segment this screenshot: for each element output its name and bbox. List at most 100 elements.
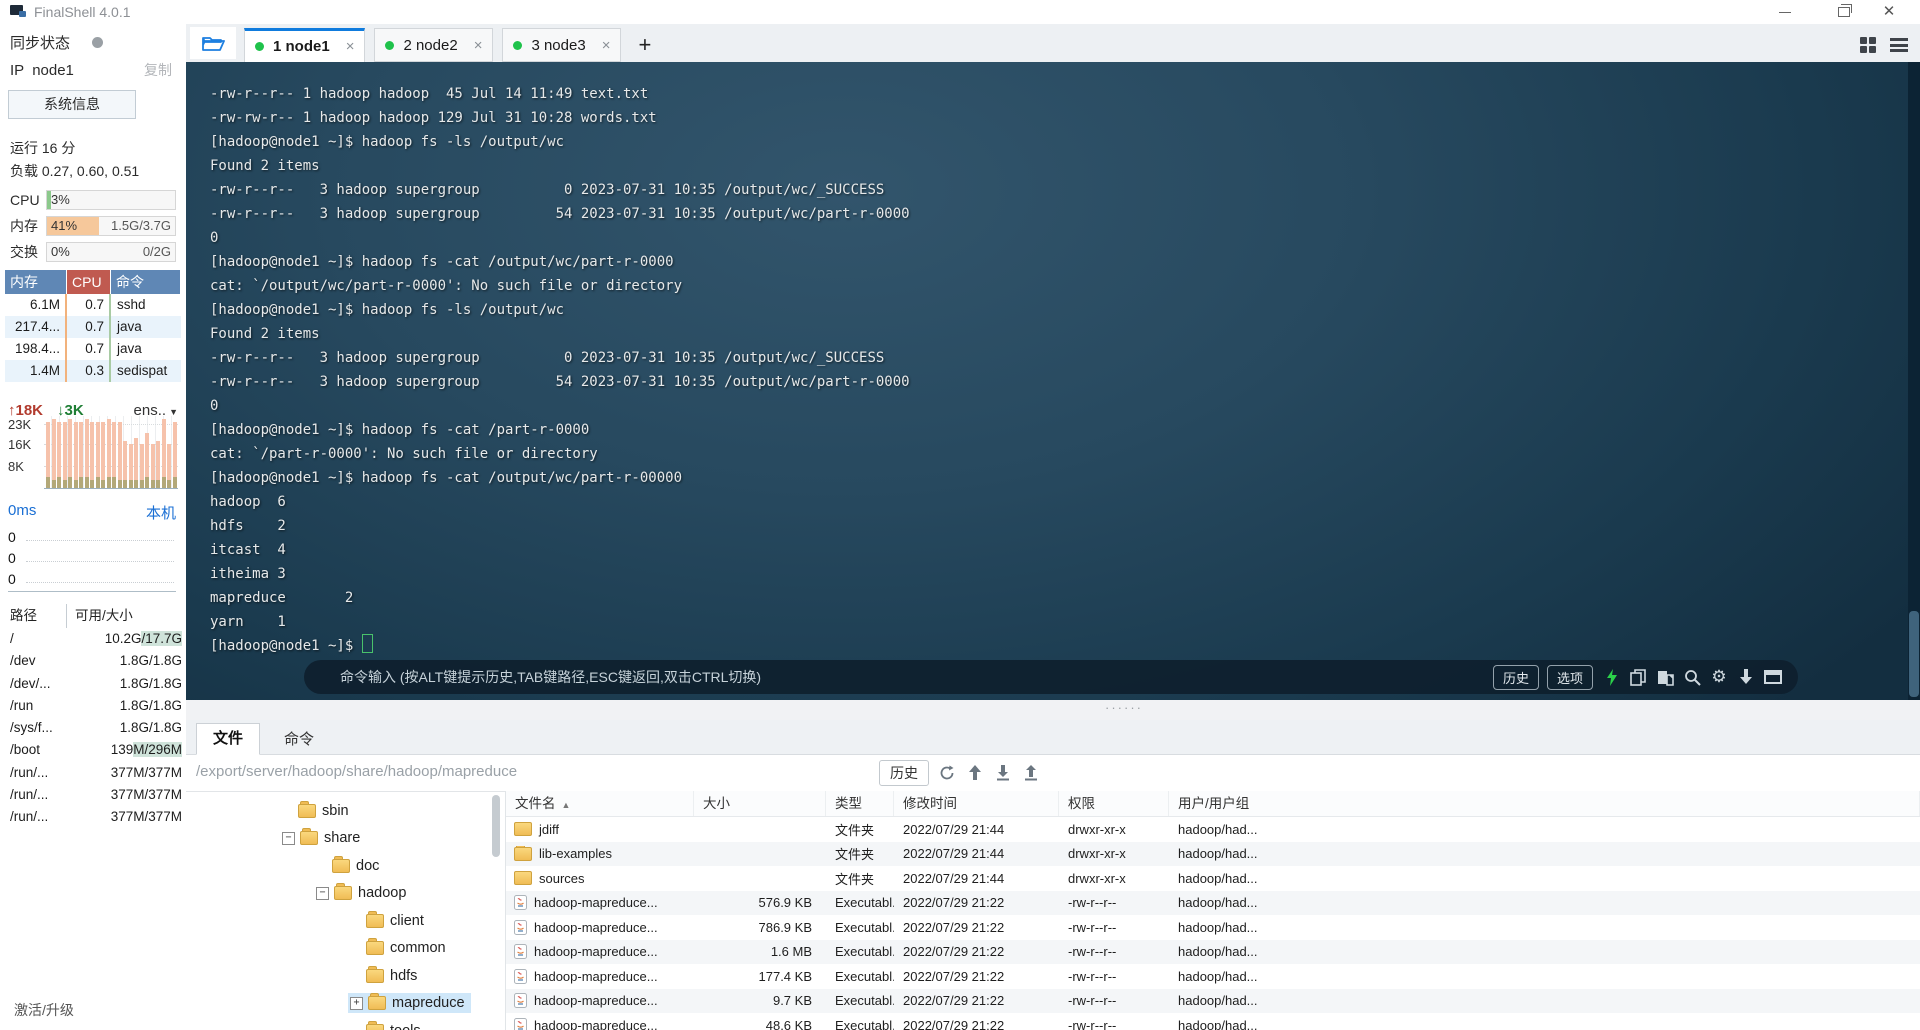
download-icon[interactable] <box>993 763 1013 783</box>
file-col-1[interactable]: 大小 <box>694 791 826 816</box>
lightning-icon[interactable] <box>1602 668 1620 686</box>
process-col-1[interactable]: CPU <box>67 270 111 294</box>
hamburger-menu-icon[interactable] <box>1890 38 1908 55</box>
copy-ip-button[interactable]: 复制 <box>144 60 172 80</box>
file-row[interactable]: jdiff 文件夹 2022/07/29 21:44 drwxr-xr-x hadoop… <box>506 817 1920 842</box>
file-row[interactable]: lib-examples 文件夹 2022/07/29 21:44 drwxr-xr-… <box>506 841 1920 866</box>
system-info-button[interactable]: 系统信息 <box>8 90 136 119</box>
options-button[interactable]: 选项 <box>1546 664 1593 690</box>
tree-node[interactable]: hdfs <box>348 965 423 986</box>
history-button[interactable]: 历史 <box>1492 664 1539 690</box>
open-connection-button[interactable] <box>190 27 236 59</box>
file-row[interactable]: hadoop-mapreduce... 1.6 MB Executabl... 202… <box>506 939 1920 964</box>
file-row[interactable]: hadoop-mapreduce... 9.7 KB Executabl... 202… <box>506 988 1920 1013</box>
tree-node[interactable]: tools <box>348 1020 427 1030</box>
terminal-scrollbar-thumb[interactable] <box>1909 611 1919 697</box>
terminal-line: itheima 3 <box>210 566 286 582</box>
collapse-icon[interactable]: − <box>316 886 329 900</box>
file-size: 48.6 KB <box>765 1017 812 1030</box>
ping-value: 0 <box>8 571 16 587</box>
file-col-5[interactable]: 用户/用户组 <box>1169 791 1920 816</box>
disk-col-size[interactable]: 可用/大小 <box>66 604 184 628</box>
tree-item-mapreduce[interactable]: + mapreduce <box>186 990 504 1018</box>
tree-node[interactable]: − share <box>280 828 366 848</box>
tree-item-hdfs[interactable]: hdfs <box>186 962 504 990</box>
tree-item-common[interactable]: common <box>186 935 504 963</box>
file-row[interactable]: hadoop-mapreduce... 177.4 KB Executabl... 2… <box>506 964 1920 989</box>
close-button[interactable]: ✕ <box>1872 0 1906 24</box>
process-table-header[interactable]: 内存 CPU 命令 <box>5 270 181 294</box>
tab-close-icon[interactable]: × <box>602 37 611 54</box>
file-col-0[interactable]: 文件名 ▲ <box>506 791 694 816</box>
tab-close-icon[interactable]: × <box>474 37 483 54</box>
tree-item-tools[interactable]: tools <box>186 1017 504 1030</box>
arrow-down-icon[interactable] <box>1737 668 1755 686</box>
disk-table-header[interactable]: 路径 可用/大小 <box>4 604 184 628</box>
tree-node[interactable]: doc <box>314 855 385 876</box>
tree-node[interactable]: sbin <box>280 800 355 821</box>
tab-files[interactable]: 文件 <box>196 723 261 755</box>
search-icon[interactable] <box>1683 668 1701 686</box>
gear-icon[interactable]: ⚙ <box>1710 668 1728 686</box>
process-row[interactable]: 1.4M 0.3 sedispat <box>5 360 181 382</box>
window-mode-icon[interactable] <box>1764 668 1782 686</box>
terminal-screen[interactable]: -rw-r--r-- 1 hadoop hadoop 45 Jul 14 11:… <box>186 62 1920 700</box>
session-tab[interactable]: 1 node1 × <box>244 28 366 62</box>
session-tab[interactable]: 3 node3 × <box>502 28 622 62</box>
file-row[interactable]: hadoop-mapreduce... 48.6 KB Executabl... 20… <box>506 1013 1920 1030</box>
terminal-scrollbar[interactable] <box>1908 62 1920 700</box>
upload-icon[interactable] <box>1021 763 1041 783</box>
collapse-icon[interactable]: − <box>282 831 295 845</box>
maximize-button[interactable] <box>1827 0 1861 24</box>
process-row[interactable]: 198.4... 0.7 java <box>5 338 181 360</box>
tree-node[interactable]: + mapreduce <box>348 993 471 1014</box>
session-tab[interactable]: 2 node2 × <box>374 28 494 62</box>
refresh-icon[interactable] <box>937 763 957 783</box>
tree-item-share[interactable]: − share <box>186 825 504 853</box>
panel-splitter[interactable]: ······ <box>186 700 1920 720</box>
file-col-2[interactable]: 类型 <box>826 791 894 816</box>
file-col-3[interactable]: 修改时间 <box>894 791 1059 816</box>
terminal-line: [hadoop@node1 ~]$ hadoop fs -cat /part-r… <box>210 422 590 438</box>
tree-item-hadoop[interactable]: − hadoop <box>186 880 504 908</box>
disk-col-path[interactable]: 路径 <box>4 604 66 628</box>
download-bar <box>112 476 116 488</box>
expand-icon[interactable]: + <box>350 996 363 1010</box>
layout-grid-icon[interactable] <box>1860 37 1876 53</box>
file-table-header[interactable]: 文件名 ▲ 大小 类型 修改时间 权限 用户/用户组 <box>506 791 1920 817</box>
tab-commands[interactable]: 命令 <box>268 725 330 755</box>
up-directory-icon[interactable] <box>965 763 985 783</box>
process-table-body[interactable]: 6.1M 0.7 sshd 217.4... 0.7 java 198.4... 0.7 jav… <box>5 294 181 382</box>
copy-icon[interactable] <box>1629 668 1647 686</box>
tree-node[interactable]: client <box>348 910 430 931</box>
process-col-0[interactable]: 内存 <box>5 270 67 294</box>
disk-table[interactable]: 路径 可用/大小 / 10.2G/17.7G/dev 1.8G/1.8G/dev/.… <box>4 604 184 829</box>
path-history-button[interactable]: 历史 <box>879 760 929 786</box>
splitter-handle[interactable]: ······ <box>1105 700 1143 715</box>
file-row[interactable]: hadoop-mapreduce... 576.9 KB Executabl... 2… <box>506 890 1920 915</box>
command-input-hint[interactable]: 命令输入 (按ALT键提示历史,TAB键路径,ESC键返回,双击CTRL切换) <box>340 667 1485 687</box>
directory-tree[interactable]: sbin − share doc − hadoop client common hdfs + map… <box>186 791 504 1030</box>
process-row[interactable]: 6.1M 0.7 sshd <box>5 294 181 316</box>
network-traffic-chart: 23K 16K 8K <box>8 416 178 489</box>
tree-item-client[interactable]: client <box>186 907 504 935</box>
tree-item-doc[interactable]: doc <box>186 852 504 880</box>
tab-close-icon[interactable]: × <box>346 38 355 55</box>
process-col-2[interactable]: 命令 <box>111 270 181 294</box>
activate-upgrade-link[interactable]: 激活/升级 <box>14 1000 74 1020</box>
command-input-bar[interactable]: 命令输入 (按ALT键提示历史,TAB键路径,ESC键返回,双击CTRL切换) … <box>304 660 1798 694</box>
tree-scrollbar-thumb[interactable] <box>492 795 500 857</box>
file-row[interactable]: sources 文件夹 2022/07/29 21:44 drwxr-xr-x hado… <box>506 866 1920 891</box>
process-table[interactable]: 内存 CPU 命令 6.1M 0.7 sshd 217.4... 0.7 java 198.4.… <box>5 270 181 382</box>
tree-node[interactable]: common <box>348 938 452 958</box>
add-tab-button[interactable]: + <box>630 28 659 62</box>
file-col-4[interactable]: 权限 <box>1059 791 1169 816</box>
tree-item-sbin[interactable]: sbin <box>186 797 504 825</box>
minimize-button[interactable] <box>1768 0 1802 24</box>
tree-node[interactable]: − hadoop <box>314 883 412 903</box>
path-input[interactable]: /export/server/hadoop/share/hadoop/mapre… <box>196 763 517 780</box>
paste-icon[interactable] <box>1656 668 1674 686</box>
process-row[interactable]: 217.4... 0.7 java <box>5 316 181 338</box>
terminal-line: [hadoop@node1 ~]$ hadoop fs -ls /output/… <box>210 134 565 150</box>
file-row[interactable]: hadoop-mapreduce... 786.9 KB Executabl... 2… <box>506 915 1920 940</box>
